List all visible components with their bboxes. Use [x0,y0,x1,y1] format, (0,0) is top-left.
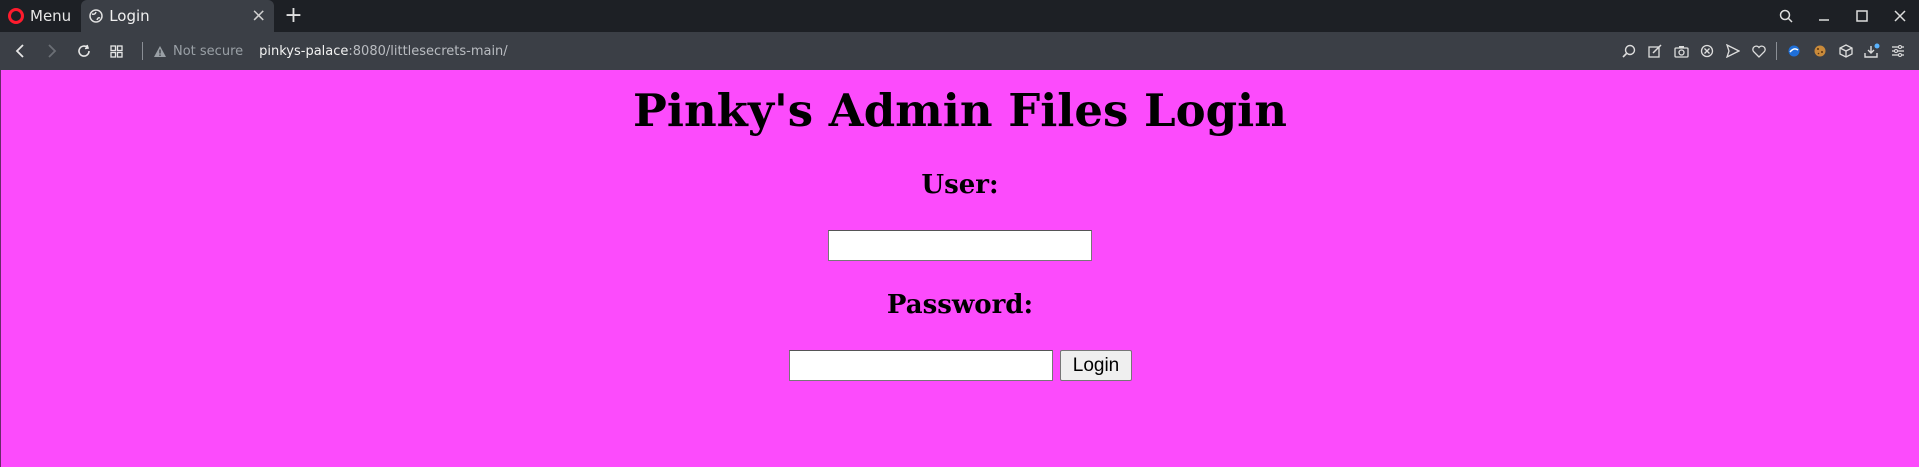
opera-logo-icon [8,8,24,24]
page-content: Pinky's Admin Files Login User: Password… [0,70,1919,467]
page-title: Pinky's Admin Files Login [633,84,1287,137]
easy-setup-icon[interactable] [1885,32,1911,70]
warning-icon [154,45,166,57]
search-tabs-icon[interactable] [1767,0,1805,32]
opera-menu-button[interactable]: Menu [0,0,81,32]
menu-label: Menu [30,7,72,25]
toolbar-divider [1776,42,1777,60]
minimize-icon[interactable] [1805,0,1843,32]
security-indicator[interactable]: Not secure [153,44,243,59]
download-icon[interactable] [1859,32,1885,70]
back-icon[interactable] [4,32,36,70]
tab-login[interactable]: Login × [81,0,275,32]
url-path: :8080/littlesecrets-main/ [348,43,508,59]
edit-icon[interactable] [1642,32,1668,70]
not-secure-label: Not secure [173,43,244,59]
url-field[interactable]: pinkys-palace:8080/littlesecrets-main/ [259,44,508,59]
send-icon[interactable] [1720,32,1746,70]
maximize-icon[interactable] [1843,0,1881,32]
login-button[interactable]: Login [1060,350,1132,381]
window-controls [1767,0,1919,32]
cookie-icon[interactable] [1807,32,1833,70]
close-window-icon[interactable] [1881,0,1919,32]
close-tab-icon[interactable]: × [251,7,266,25]
camera-icon[interactable] [1668,32,1694,70]
toolbar-right [1616,32,1911,70]
url-host: pinkys-palace [259,43,349,59]
password-input[interactable] [789,350,1053,381]
block-icon[interactable] [1694,32,1720,70]
tab-title: Login [109,7,150,25]
globe-icon [89,9,103,23]
user-label: User: [921,170,999,200]
user-input[interactable] [828,230,1092,261]
new-tab-button[interactable]: + [284,5,302,27]
cube-icon[interactable] [1833,32,1859,70]
extension-icon[interactable] [1781,32,1807,70]
toolbar-divider [142,42,143,60]
tab-bar: Menu Login × + [0,0,1919,32]
address-bar: Not secure pinkys-palace:8080/littlesecr… [0,32,1919,70]
forward-icon[interactable] [36,32,68,70]
heart-icon[interactable] [1746,32,1772,70]
password-label: Password: [886,290,1034,320]
search-icon[interactable] [1616,32,1642,70]
tab-grid-icon[interactable] [100,32,132,70]
reload-icon[interactable] [68,32,100,70]
